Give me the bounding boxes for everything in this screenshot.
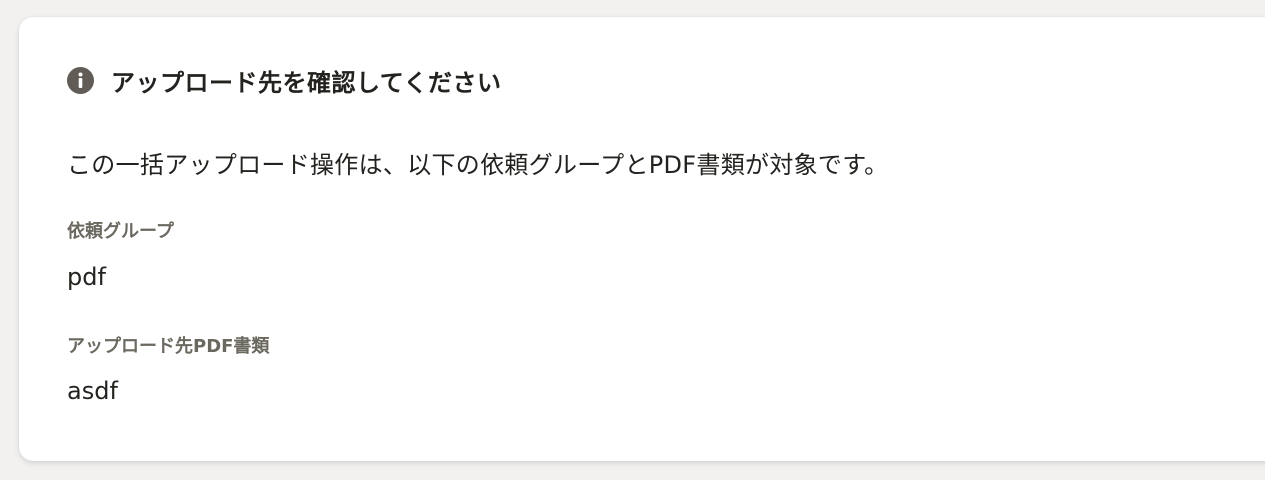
request-group-value: pdf (67, 263, 106, 291)
info-circle-icon (67, 66, 94, 94)
dialog-description: この一括アップロード操作は、以下の依頼グループとPDF書類が対象です。 (67, 151, 889, 179)
request-group-label: 依頼グループ (67, 221, 174, 242)
dialog-title: アップロード先を確認してください (111, 68, 502, 97)
target-document-value: asdf (67, 377, 118, 405)
dialog-header: アップロード先を確認してください (67, 63, 502, 97)
upload-confirmation-dialog: アップロード先を確認してください この一括アップロード操作は、以下の依頼グループ… (19, 17, 1265, 461)
target-document-label: アップロード先PDF書類 (67, 336, 270, 357)
